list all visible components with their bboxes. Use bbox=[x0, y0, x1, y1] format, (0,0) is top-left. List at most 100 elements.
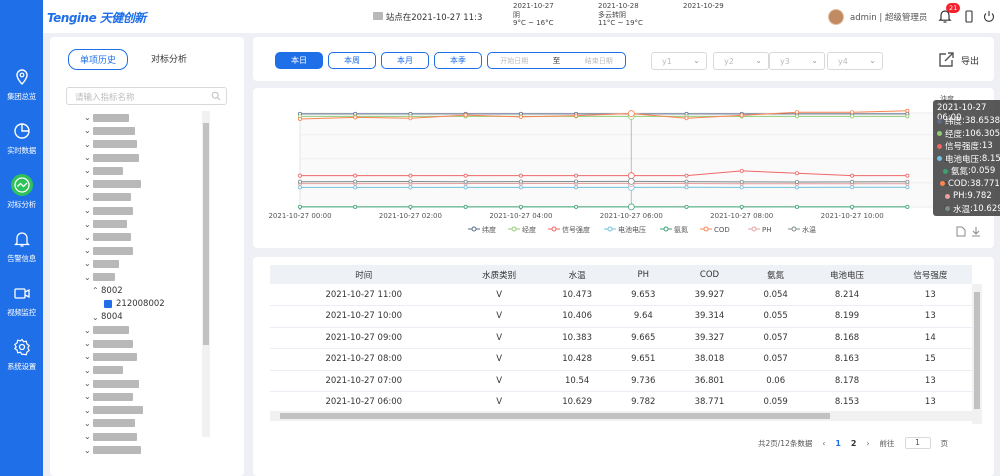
this-week-button[interactable]: 本周 bbox=[328, 52, 376, 69]
chevron-icon[interactable]: ⌄ bbox=[84, 406, 93, 415]
chevron-icon[interactable]: ⌄ bbox=[84, 206, 93, 215]
scroll-thumb[interactable] bbox=[203, 123, 209, 345]
nav-item-compare[interactable]: 对标分析 bbox=[0, 174, 43, 220]
chevron-icon[interactable]: ⌄ bbox=[84, 392, 93, 401]
chevron-icon[interactable]: ⌄ bbox=[84, 166, 93, 175]
tree-item[interactable]: ⌄ 8004 bbox=[84, 310, 202, 323]
nav-item-alarm[interactable]: 告警信息 bbox=[0, 230, 43, 276]
tree-item[interactable]: ⌄ bbox=[84, 377, 202, 390]
tree-item[interactable]: ⌄ bbox=[84, 430, 202, 443]
y4-select[interactable]: y4 ⌄ bbox=[827, 52, 883, 70]
column-header[interactable]: 时间 bbox=[270, 265, 458, 284]
chevron-icon[interactable]: ⌃ bbox=[92, 286, 101, 295]
page-1-button[interactable]: 1 bbox=[835, 439, 841, 448]
start-date-field[interactable]: 开始日期 bbox=[500, 56, 528, 66]
next-page-icon[interactable]: › bbox=[867, 439, 870, 448]
scroll-thumb[interactable] bbox=[280, 413, 830, 419]
goto-page-input[interactable]: 1 bbox=[904, 437, 931, 449]
chevron-icon[interactable]: ⌄ bbox=[84, 273, 93, 282]
chevron-icon[interactable]: ⌄ bbox=[84, 246, 93, 255]
tree-item[interactable]: ⌄ bbox=[84, 324, 202, 337]
chevron-icon[interactable]: ⌄ bbox=[84, 153, 93, 162]
this-quarter-button[interactable]: 本季 bbox=[434, 52, 482, 69]
tree-item[interactable]: ⌄ bbox=[84, 443, 202, 456]
tree-item[interactable]: ⌃ 8002 bbox=[84, 284, 202, 297]
sidebar-scrollbar[interactable] bbox=[202, 111, 210, 437]
date-range-picker[interactable]: 开始日期 至 结束日期 bbox=[487, 52, 626, 69]
nav-item-overview[interactable]: 集团总览 bbox=[0, 68, 43, 114]
tree-item[interactable]: ⌄ bbox=[84, 124, 202, 137]
tab-single-history[interactable]: 单项历史 bbox=[68, 49, 129, 70]
tree-item[interactable]: ⌄ bbox=[84, 204, 202, 217]
export-button[interactable]: 导出 bbox=[937, 51, 979, 69]
chevron-icon[interactable]: ⌄ bbox=[84, 379, 93, 388]
tab-compare[interactable]: 对标分析 bbox=[140, 49, 198, 70]
logout-icon[interactable] bbox=[983, 10, 995, 23]
table-horizontal-scrollbar[interactable] bbox=[270, 411, 972, 421]
nav-item-video[interactable]: 视频监控 bbox=[0, 284, 43, 330]
column-header[interactable]: PH bbox=[613, 265, 674, 284]
chevron-icon[interactable]: ⌄ bbox=[84, 140, 93, 149]
table-vertical-scrollbar[interactable] bbox=[972, 284, 982, 424]
page-2-button[interactable]: 2 bbox=[851, 439, 857, 448]
this-month-button[interactable]: 本月 bbox=[381, 52, 429, 69]
tree-item[interactable]: ⌄ bbox=[84, 244, 202, 257]
tree-item[interactable]: ⌄ bbox=[84, 151, 202, 164]
chevron-icon[interactable]: ⌄ bbox=[84, 366, 93, 375]
tree-item[interactable]: ⌄ bbox=[84, 191, 202, 204]
y2-select[interactable]: y2 ⌄ bbox=[713, 52, 769, 70]
today-button[interactable]: 本日 bbox=[275, 52, 323, 69]
line-chart[interactable]: 010203039浊度2021-10-27 00:002021-10-27 02… bbox=[253, 88, 994, 248]
chevron-icon[interactable]: ⌄ bbox=[84, 180, 93, 189]
tree-item[interactable]: 212008002 bbox=[84, 297, 202, 310]
tree-item[interactable]: ⌄ bbox=[84, 404, 202, 417]
column-header[interactable]: COD bbox=[673, 265, 746, 284]
chevron-icon[interactable]: ⌄ bbox=[84, 259, 93, 268]
nav-item-realtime[interactable]: 实时数据 bbox=[0, 122, 43, 168]
tree-item[interactable]: ⌄ bbox=[84, 217, 202, 230]
tree-item[interactable]: ⌄ bbox=[84, 138, 202, 151]
tree-item[interactable]: ⌄ bbox=[84, 177, 202, 190]
chevron-icon[interactable]: ⌄ bbox=[92, 313, 101, 322]
chevron-icon[interactable]: ⌄ bbox=[84, 113, 93, 122]
column-header[interactable]: 氨氮 bbox=[745, 265, 806, 284]
chevron-icon[interactable]: ⌄ bbox=[84, 233, 93, 242]
chevron-icon[interactable]: ⌄ bbox=[84, 432, 93, 441]
tree-item[interactable]: ⌄ bbox=[84, 337, 202, 350]
end-date-field[interactable]: 结束日期 bbox=[585, 56, 613, 66]
prev-page-icon[interactable]: ‹ bbox=[822, 439, 825, 448]
column-header[interactable]: 水质类别 bbox=[457, 265, 541, 284]
y3-select[interactable]: y3 ⌄ bbox=[769, 52, 825, 70]
tree-item[interactable]: ⌄ bbox=[84, 271, 202, 284]
table-cell: V bbox=[457, 327, 541, 349]
data-view-icon[interactable] bbox=[956, 226, 966, 237]
chevron-icon[interactable]: ⌄ bbox=[84, 126, 93, 135]
tree-item[interactable]: ⌄ bbox=[84, 364, 202, 377]
redacted-text bbox=[93, 193, 131, 202]
checkbox-checked-icon[interactable] bbox=[104, 299, 112, 308]
mobile-icon[interactable] bbox=[963, 10, 975, 23]
tree-item[interactable]: ⌄ bbox=[84, 390, 202, 403]
chevron-icon[interactable]: ⌄ bbox=[84, 326, 93, 335]
chevron-icon[interactable]: ⌄ bbox=[84, 220, 93, 229]
download-icon[interactable] bbox=[971, 226, 981, 237]
tree-item[interactable]: ⌄ bbox=[84, 257, 202, 270]
column-header[interactable]: 水温 bbox=[540, 265, 614, 284]
nav-item-settings[interactable]: 系统设置 bbox=[0, 338, 43, 384]
chevron-icon[interactable]: ⌄ bbox=[84, 446, 93, 455]
chevron-icon[interactable]: ⌄ bbox=[84, 352, 93, 361]
y1-select[interactable]: y1 ⌄ bbox=[651, 52, 707, 70]
chevron-icon[interactable]: ⌄ bbox=[84, 419, 93, 428]
column-header[interactable]: 电池电压 bbox=[805, 265, 889, 284]
tree-item[interactable]: ⌄ bbox=[84, 417, 202, 430]
chevron-icon[interactable]: ⌄ bbox=[84, 193, 93, 202]
chevron-icon[interactable]: ⌄ bbox=[84, 339, 93, 348]
tree-item[interactable]: ⌄ bbox=[84, 231, 202, 244]
tree-item[interactable]: ⌄ bbox=[84, 350, 202, 363]
column-header[interactable]: 信号强度 bbox=[888, 265, 972, 284]
tree-item[interactable]: ⌄ bbox=[84, 111, 202, 124]
user-menu[interactable]: admin | 超级管理员 bbox=[828, 8, 927, 26]
indicator-search-input[interactable]: 请输入指标名称 bbox=[66, 87, 227, 105]
scroll-thumb[interactable] bbox=[974, 292, 980, 409]
tree-item[interactable]: ⌄ bbox=[84, 164, 202, 177]
